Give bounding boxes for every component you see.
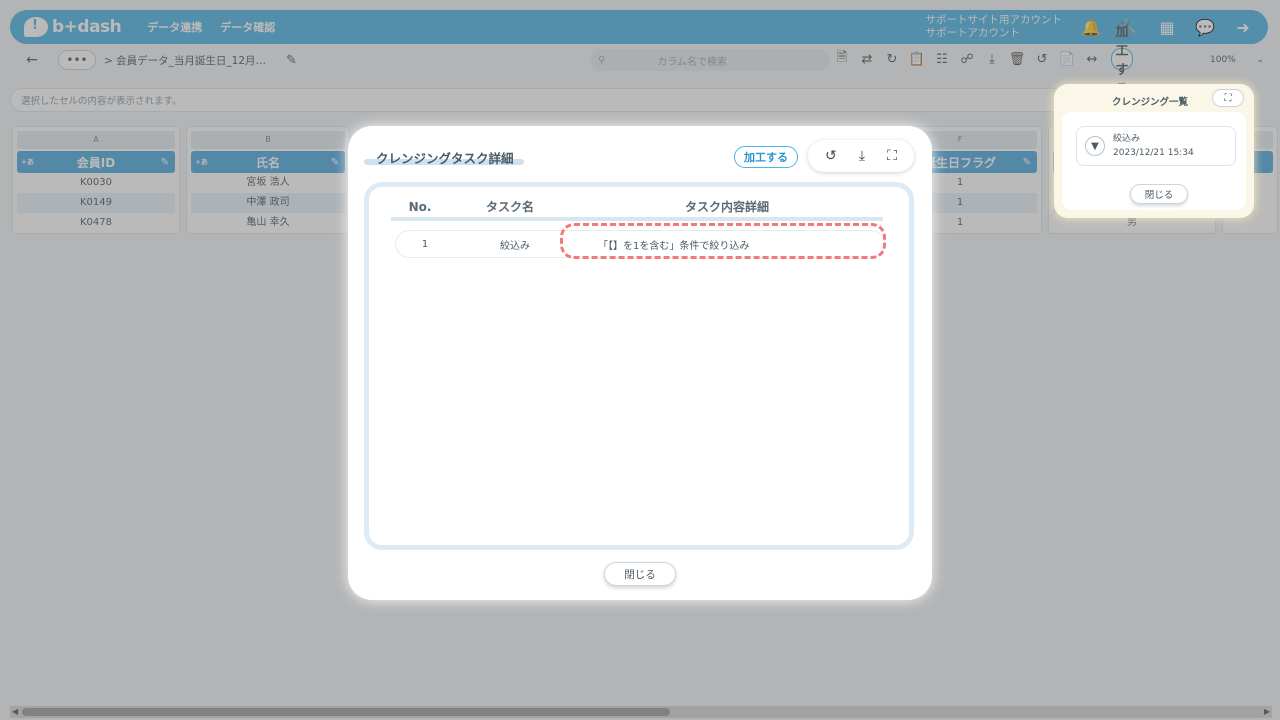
expand-icon[interactable]: ⛶ — [1212, 89, 1244, 107]
header-task-name: タスク名 — [485, 200, 534, 214]
filter-icon: ▼ — [1085, 136, 1105, 156]
cleansing-task-date: 2023/12/21 15:34 — [1113, 148, 1194, 158]
header-no: No. — [408, 200, 432, 214]
cleansing-list-body: ▼ 絞込み 2023/12/21 15:34 閉じる — [1062, 112, 1246, 210]
panel-close-button[interactable]: 閉じる — [1130, 184, 1188, 204]
cleansing-list-panel: クレンジング一覧 ⛶ ▼ 絞込み 2023/12/21 15:34 閉じる — [1054, 84, 1254, 218]
fullscreen-icon[interactable]: ⛶ — [887, 148, 897, 164]
cleansing-task-detail-modal: クレンジングタスク詳細 加工する ↺ ⤓ ⛶ No. タスク名 タスク内容詳細 … — [348, 126, 932, 600]
row-no: 1 — [421, 238, 429, 250]
modal-close-button[interactable]: 閉じる — [604, 562, 676, 586]
modal-title: クレンジングタスク詳細 — [376, 151, 514, 166]
modal-process-button[interactable]: 加工する — [734, 146, 798, 168]
modal-action-icons: ↺ ⤓ ⛶ — [808, 140, 914, 172]
history-icon[interactable]: ↺ — [825, 148, 837, 164]
cleansing-list-title: クレンジング一覧 — [1112, 97, 1189, 108]
cleansing-task-name: 絞込み — [1113, 134, 1141, 144]
highlight-annotation — [560, 223, 886, 259]
row-task-name: 絞込み — [500, 240, 530, 252]
header-task-detail: タスク内容詳細 — [684, 200, 769, 214]
cleansing-task-item[interactable]: ▼ 絞込み 2023/12/21 15:34 — [1076, 126, 1236, 166]
table-header: No. タスク名 タスク内容詳細 — [391, 197, 883, 221]
download-icon[interactable]: ⤓ — [859, 148, 865, 164]
cleansing-task-text: 絞込み 2023/12/21 15:34 — [1113, 132, 1194, 160]
